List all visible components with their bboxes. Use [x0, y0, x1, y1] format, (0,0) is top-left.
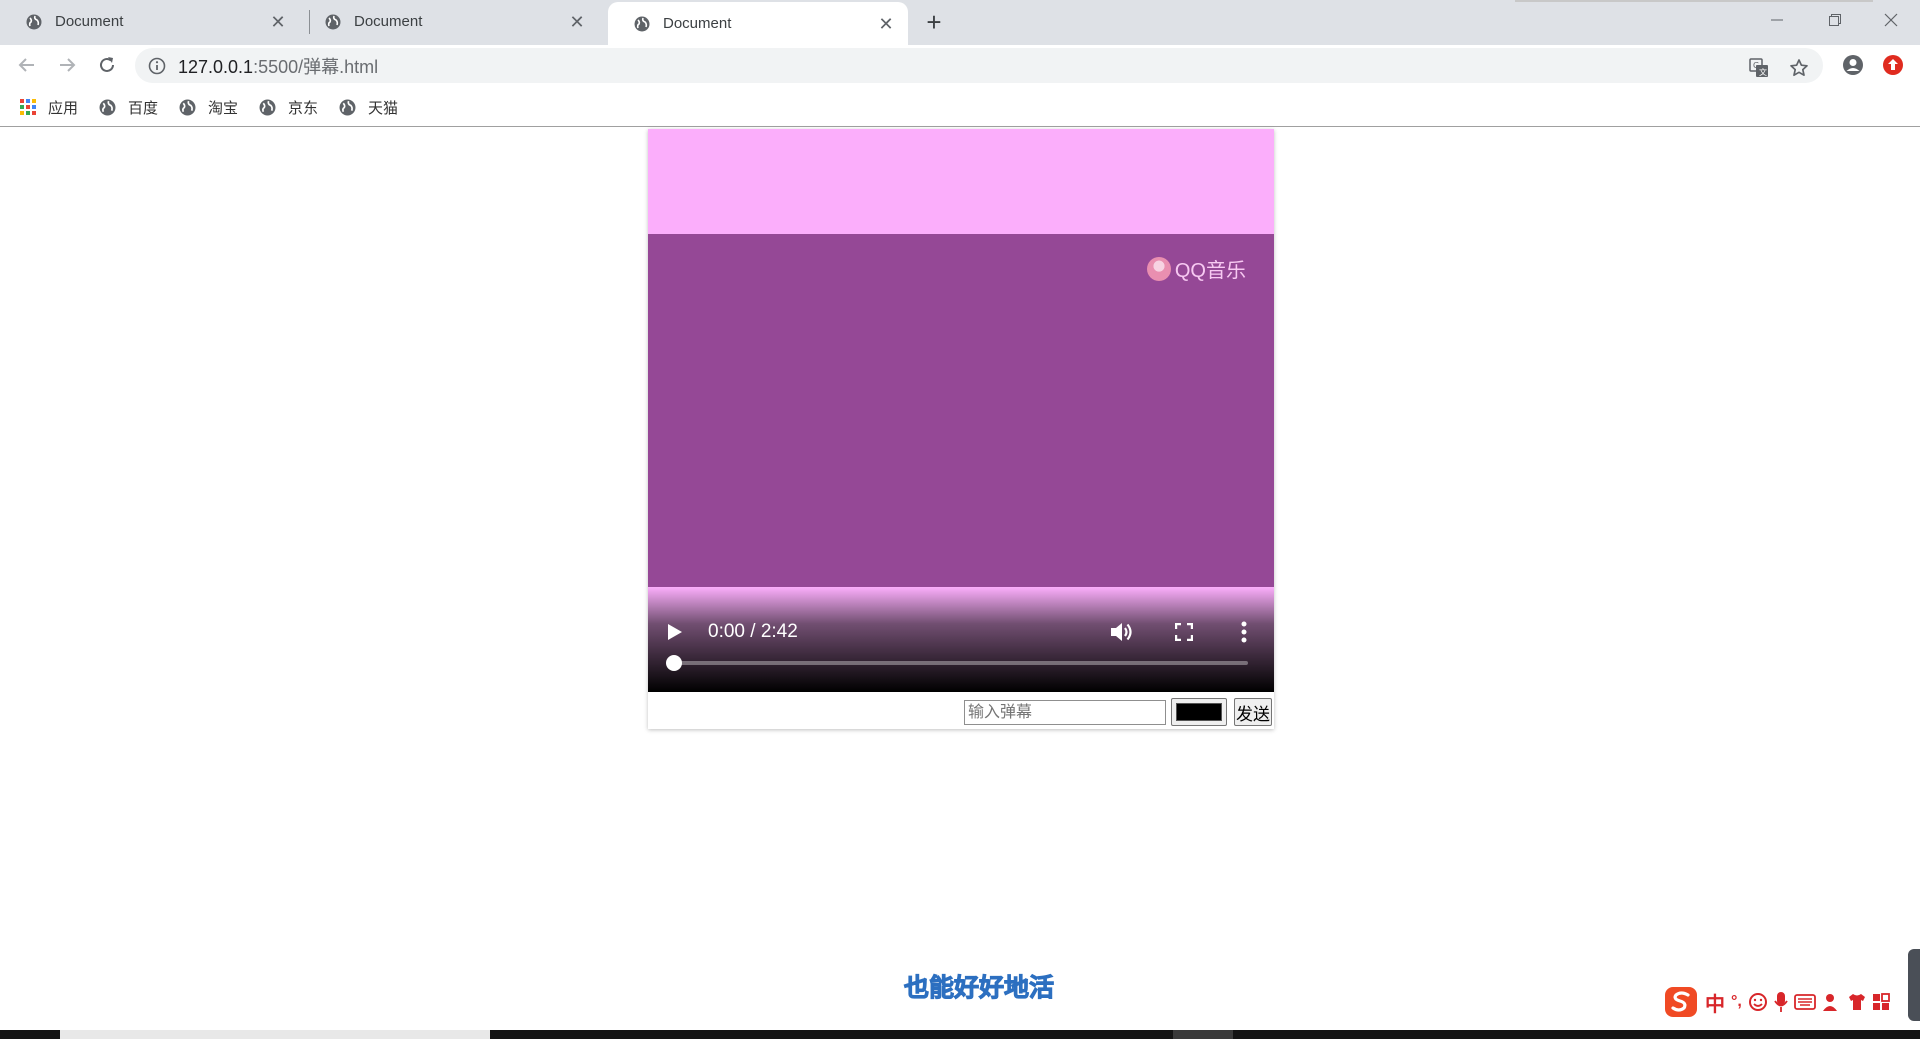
- apps-grid-icon: [20, 99, 36, 115]
- new-tab-button[interactable]: +: [918, 7, 950, 37]
- desktop-lyric: 也能好好地活: [903, 974, 1055, 1003]
- minimize-button[interactable]: [1748, 0, 1806, 40]
- update-button[interactable]: [1879, 51, 1907, 79]
- close-icon[interactable]: ✕: [565, 10, 589, 34]
- bookmark-label: 百度: [128, 99, 159, 117]
- skin-shirt-icon[interactable]: [1848, 993, 1866, 1011]
- qq-music-watermark: QQ音乐: [1146, 254, 1246, 283]
- tab-title: Document: [354, 13, 423, 30]
- forward-button[interactable]: [53, 51, 81, 79]
- bookmark-tmall[interactable]: 天猫: [339, 96, 398, 118]
- fullscreen-button[interactable]: [1169, 617, 1199, 647]
- keyboard-icon[interactable]: [1793, 994, 1816, 1010]
- star-icon: [1790, 59, 1808, 77]
- mute-button[interactable]: [1108, 617, 1138, 647]
- tab-document-3[interactable]: Document ✕: [608, 2, 908, 45]
- danmu-input-bar: 发送: [648, 692, 1274, 729]
- restore-icon: [1829, 14, 1841, 26]
- reload-button[interactable]: [93, 51, 121, 79]
- arrow-left-icon: [18, 58, 34, 72]
- taskbar-item[interactable]: [1173, 1030, 1233, 1039]
- emoji-icon[interactable]: [1748, 992, 1768, 1012]
- more-options-button[interactable]: [1229, 617, 1259, 647]
- ime-punctuation[interactable]: °,: [1731, 993, 1742, 1011]
- account-circle-icon: [1843, 55, 1863, 75]
- close-icon[interactable]: ✕: [266, 10, 290, 34]
- fullscreen-icon: [1175, 623, 1193, 641]
- bookmark-taobao[interactable]: 淘宝: [179, 96, 238, 118]
- minimize-icon: [1771, 19, 1783, 21]
- bookmark-label: 天猫: [368, 99, 399, 117]
- globe-icon: [634, 16, 650, 31]
- tab-title: Document: [663, 15, 732, 32]
- svg-text:文: 文: [1759, 67, 1767, 77]
- seek-bar[interactable]: [666, 655, 1248, 671]
- globe-icon: [179, 99, 196, 115]
- arrow-right-icon: [60, 58, 76, 72]
- bookmark-apps[interactable]: 应用: [20, 96, 78, 118]
- info-icon[interactable]: [148, 57, 166, 75]
- bookmark-jd[interactable]: 京东: [259, 96, 318, 118]
- qq-music-logo-icon: [1146, 256, 1171, 281]
- tab-document-1[interactable]: Document ✕: [0, 0, 300, 43]
- bookmark-label: 应用: [48, 99, 79, 117]
- sogou-logo-icon[interactable]: [1663, 985, 1699, 1019]
- toolbox-grid-icon[interactable]: [1872, 993, 1890, 1011]
- video-controls: 0:00 / 2:42: [648, 587, 1274, 692]
- globe-icon: [339, 99, 356, 115]
- video-frame: QQ音乐: [648, 234, 1274, 587]
- video-player[interactable]: QQ音乐 0:00 / 2:42: [648, 129, 1274, 692]
- bookmarks-bar: 应用 百度 淘宝 京东 天猫: [0, 86, 1920, 127]
- close-window-button[interactable]: [1862, 0, 1920, 40]
- color-swatch: [1176, 703, 1222, 721]
- globe-icon: [259, 99, 276, 115]
- reload-icon: [100, 57, 114, 72]
- bookmark-label: 京东: [288, 99, 319, 117]
- play-icon: [668, 624, 682, 640]
- tab-title: Document: [55, 13, 124, 30]
- time-display: 0:00 / 2:42: [708, 621, 798, 642]
- tab-document-2[interactable]: Document ✕: [299, 0, 599, 43]
- globe-icon: [325, 14, 341, 29]
- danmu-color-picker[interactable]: [1171, 698, 1227, 726]
- url-path: :5500/弹幕.html: [253, 56, 379, 77]
- microphone-icon[interactable]: [1774, 991, 1788, 1013]
- play-button[interactable]: [662, 619, 688, 645]
- user-settings-icon[interactable]: [1822, 992, 1842, 1012]
- seek-bar-thumb[interactable]: [666, 655, 682, 671]
- globe-icon: [26, 14, 42, 29]
- close-icon[interactable]: ✕: [874, 12, 898, 36]
- taskbar-active-window[interactable]: [60, 1030, 490, 1039]
- url-host: 127.0.0.1: [178, 56, 254, 77]
- update-arrow-icon: [1883, 55, 1903, 75]
- ime-language-label[interactable]: 中: [1705, 988, 1725, 1017]
- ime-toolbar[interactable]: 中 °,: [1663, 984, 1920, 1020]
- close-icon: [1884, 13, 1898, 27]
- url-text: 127.0.0.1:5500/弹幕.html: [178, 53, 378, 79]
- bookmark-label: 淘宝: [208, 99, 239, 117]
- side-panel-handle[interactable]: [1908, 949, 1920, 1021]
- bookmark-star-button[interactable]: [1785, 54, 1813, 82]
- back-button[interactable]: [13, 51, 41, 79]
- watermark-text: QQ音乐: [1174, 260, 1246, 282]
- translate-icon: G 文: [1749, 58, 1768, 77]
- profile-button[interactable]: [1839, 51, 1867, 79]
- taskbar: [0, 1030, 1920, 1039]
- browser-toolbar: 127.0.0.1:5500/弹幕.html G 文: [0, 45, 1920, 86]
- globe-icon: [99, 99, 116, 115]
- translate-button[interactable]: G 文: [1745, 54, 1773, 82]
- restore-button[interactable]: [1806, 0, 1864, 40]
- address-bar[interactable]: 127.0.0.1:5500/弹幕.html G 文: [135, 48, 1823, 83]
- volume-icon: [1111, 623, 1132, 641]
- bookmark-baidu[interactable]: 百度: [99, 96, 158, 118]
- more-vertical-icon: [1241, 621, 1247, 643]
- danmu-input[interactable]: [964, 700, 1166, 725]
- send-button[interactable]: 发送: [1234, 698, 1272, 726]
- tab-strip: Document ✕ Document ✕ Document ✕ +: [0, 0, 1920, 45]
- danmu-player: QQ音乐 0:00 / 2:42 输入弹幕 发送: [648, 129, 1274, 729]
